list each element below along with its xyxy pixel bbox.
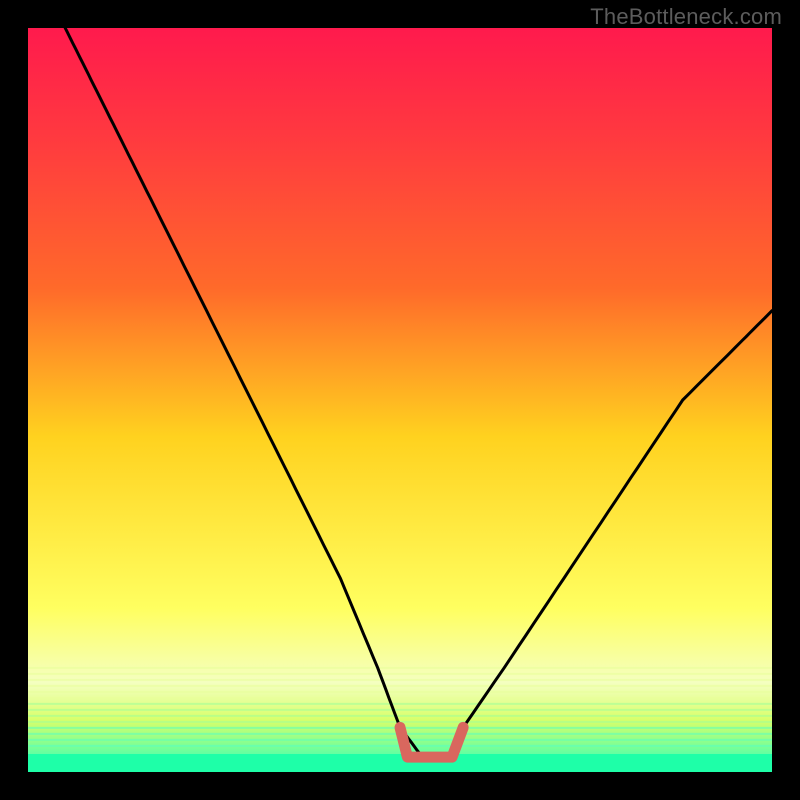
chart-frame: TheBottleneck.com	[0, 0, 800, 800]
green-bottom-strip	[28, 754, 772, 772]
bottleneck-chart	[0, 0, 800, 800]
chart-gradient-panel	[28, 28, 772, 772]
watermark-text: TheBottleneck.com	[590, 4, 782, 30]
